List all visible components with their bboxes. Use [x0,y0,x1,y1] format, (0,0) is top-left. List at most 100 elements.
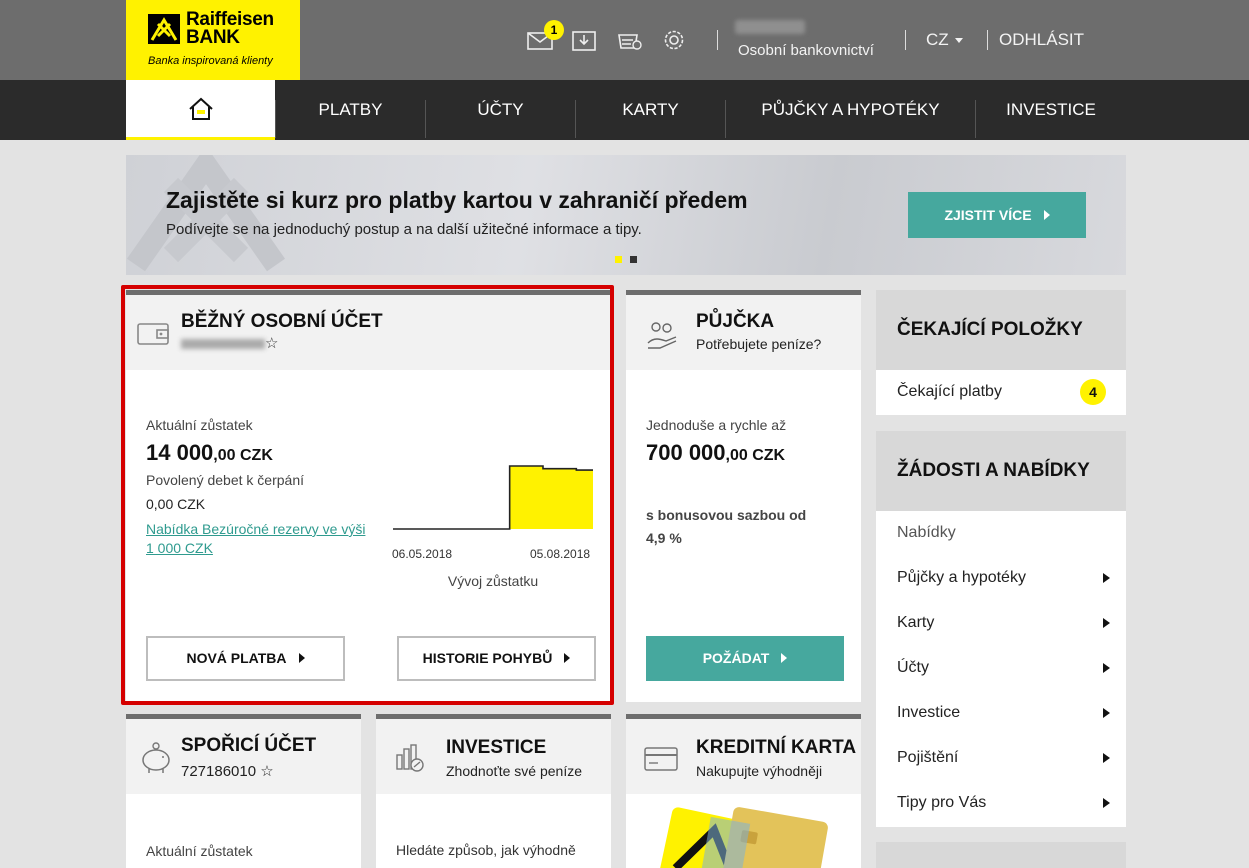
credit-card-image [659,807,828,868]
offers-section-label: Nabídky [876,511,1126,556]
pending-count-badge: 4 [1080,379,1106,405]
top-bar: Raiffeisen BANK Banka inspirovaná klient… [0,0,1249,80]
savings-number: 727186010 ☆ [181,763,274,780]
nav-loans[interactable]: PŮJČKY A HYPOTÉKY [726,80,975,140]
new-payment-label: NOVÁ PLATBA [186,650,287,666]
offer-item-label: Půjčky a hypotéky [897,569,1026,586]
balance-value: 14 000,00 CZK [146,440,273,465]
banner-cta-button[interactable]: ZJISTIT VÍCE [908,192,1086,238]
banner-decoration [126,155,286,272]
basket-settings-icon[interactable] [617,28,643,52]
invest-subtitle: Zhodnoťte své peníze [446,763,583,779]
piggy-bank-icon [142,742,170,773]
account-number-redacted [181,339,265,349]
chart-x-label: Vývoj zůstatku [447,573,539,589]
chevron-right-icon [1103,753,1110,763]
inbox-download-icon[interactable] [571,28,597,52]
favorite-star-icon[interactable]: ☆ [260,763,273,780]
credit-title: KREDITNÍ KARTA [696,737,857,758]
balance-label: Aktuální zůstatek [146,417,253,433]
nav-cards[interactable]: KARTY [576,80,725,140]
banner-title: Zajistěte si kurz pro platby kartou v za… [166,187,748,213]
chart-x-end: 05.08.2018 [530,547,591,561]
history-button[interactable]: HISTORIE POHYBŮ [397,636,596,681]
logo-tagline: Banka inspirovaná klienty [148,55,273,67]
invest-text: Hledáte způsob, jak výhodně [396,842,576,858]
current-account-card: BĚŽNÝ OSOBNÍ ÚČET ☆ Aktuální zůstatek 14… [126,290,610,702]
offer-item-label: Karty [897,614,935,631]
nav-payments[interactable]: PLATBY [276,80,425,140]
balance-chart [393,465,593,530]
chevron-right-icon [298,653,305,664]
nav-accounts[interactable]: ÚČTY [426,80,575,140]
nav-home[interactable] [126,80,275,140]
pending-payments-row[interactable]: Čekající platby 4 [876,370,1126,415]
loan-bonus-label: s bonusovou sazbou od [646,507,807,523]
chevron-right-icon [1103,663,1110,673]
offer-item-cards[interactable]: Karty [876,601,1126,646]
banner-subtitle: Podívejte se na jednoduchý postup a na d… [166,221,642,238]
request-loan-button[interactable]: POŽÁDAT [646,636,844,681]
investment-card: INVESTICE Zhodnoťte své peníze Hledáte z… [376,714,611,868]
loan-title: PŮJČKA [696,311,775,332]
card-header: BĚŽNÝ OSOBNÍ ÚČET ☆ [126,290,610,370]
carousel-dot[interactable] [630,256,637,263]
banner-cta-label: ZJISTIT VÍCE [944,207,1032,223]
loan-subtitle: Potřebujete peníze? [696,336,822,352]
raiffeisen-gable-cross-icon [148,14,180,44]
language-select[interactable]: CZ [926,30,949,50]
pending-payments-label: Čekající platby [897,383,1002,400]
new-payment-button[interactable]: NOVÁ PLATBA [146,636,345,681]
promo-banner[interactable]: Zajistěte si kurz pro platby kartou v za… [126,155,1126,275]
loan-amount: 700 000,00 CZK [646,440,786,465]
savings-balance-label: Aktuální zůstatek [146,843,253,859]
account-title: BĚŽNÝ OSOBNÍ ÚČET [181,311,383,332]
offers-header: ŽÁDOSTI A NABÍDKY [876,431,1126,511]
carousel-dot-active[interactable] [615,256,622,263]
offer-item-tips[interactable]: Tipy pro Vás [876,781,1126,826]
savings-title: SPOŘICÍ ÚČET [181,735,317,756]
divider [987,30,988,50]
chart-x-start: 06.05.2018 [392,547,453,561]
chevron-right-icon [1103,573,1110,583]
history-label: HISTORIE POHYBŮ [422,650,553,666]
offer-item-accounts[interactable]: Účty [876,646,1126,691]
bank-logo[interactable]: Raiffeisen BANK Banka inspirovaná klient… [126,0,300,80]
chevron-right-icon [781,653,788,664]
card-header: PŮJČKA Potřebujete peníze? [626,290,861,370]
overdraft-value: 0,00 CZK [146,496,206,512]
chevron-right-icon [564,653,571,664]
invest-title: INVESTICE [446,737,547,758]
savings-account-card: SPOŘICÍ ÚČET 727186010 ☆ Aktuální zůstat… [126,714,361,868]
home-icon [189,97,213,120]
offer-item-insurance[interactable]: Pojištění [876,736,1126,781]
chevron-right-icon [1043,210,1050,221]
chevron-right-icon [1103,618,1110,628]
offer-item-loans[interactable]: Půjčky a hypotéky [876,556,1126,601]
chevron-down-icon[interactable] [955,38,963,43]
gear-icon[interactable] [661,28,687,52]
next-panel-header [876,842,1126,868]
loan-card: PŮJČKA Potřebujete peníze? Jednoduše a r… [626,290,861,702]
divider [717,30,718,50]
offer-item-investments[interactable]: Investice [876,691,1126,736]
favorite-star-icon[interactable]: ☆ [265,334,278,352]
chevron-right-icon [1103,708,1110,718]
main-nav: PLATBY ÚČTY KARTY PŮJČKY A HYPOTÉKY INVE… [0,80,1249,140]
logout-button[interactable]: ODHLÁSIT [999,30,1084,50]
divider [905,30,906,50]
user-name-redacted [735,20,805,34]
loan-intro: Jednoduše a rychle až [646,417,787,433]
offer-item-label: Investice [897,704,961,721]
credit-card-icon [644,747,678,771]
chart-area [393,466,593,529]
reserve-offer-link[interactable]: Nabídka Bezúročné rezervy ve výši 1 000 … [146,520,376,558]
offers-title: ŽÁDOSTI A NABÍDKY [897,460,1090,481]
offers-section-text: Nabídky [897,524,956,541]
overdraft-label: Povolený debet k čerpání [146,472,304,488]
offer-item-label: Tipy pro Vás [897,794,987,811]
pending-header: ČEKAJÍCÍ POLOŽKY [876,290,1126,370]
card-header: SPOŘICÍ ÚČET 727186010 ☆ [126,714,361,794]
credit-subtitle: Nakupujte výhodněji [696,763,823,779]
nav-investments[interactable]: INVESTICE [976,80,1126,140]
